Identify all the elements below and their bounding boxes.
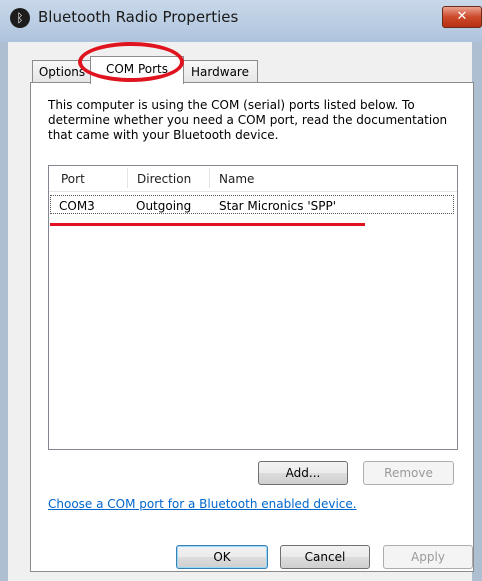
column-divider[interactable] [127,168,128,188]
title-bar[interactable]: ᛒ Bluetooth Radio Properties ✕ [0,0,482,42]
column-divider[interactable] [209,168,210,188]
list-header: Port Direction Name [49,166,457,192]
remove-button[interactable]: Remove [363,461,454,485]
list-row[interactable]: COM3 Outgoing Star Micronics 'SPP' [50,195,454,214]
cell-direction: Outgoing [136,199,192,213]
window-title: Bluetooth Radio Properties [38,8,239,26]
description-text: This computer is using the COM (serial) … [48,98,448,142]
choose-com-port-link[interactable]: Choose a COM port for a Bluetooth enable… [48,497,357,511]
annotation-underline [50,223,365,226]
close-button[interactable]: ✕ [442,6,482,28]
cancel-button[interactable]: Cancel [280,545,370,569]
cell-port: COM3 [59,199,95,213]
annotation-circle [78,42,184,82]
cell-name: Star Micronics 'SPP' [219,199,337,213]
com-port-list[interactable]: Port Direction Name COM3 Outgoing Star M… [48,165,458,450]
add-button[interactable]: Add... [258,461,348,485]
column-header-direction[interactable]: Direction [137,172,191,186]
dialog-window: ᛒ Bluetooth Radio Properties ✕ Options C… [0,0,482,581]
bluetooth-icon: ᛒ [10,8,30,28]
column-header-name[interactable]: Name [219,172,254,186]
ok-button[interactable]: OK [176,545,268,569]
column-header-port[interactable]: Port [61,172,85,186]
apply-button[interactable]: Apply [383,545,473,569]
tab-hardware[interactable]: Hardware [182,60,258,83]
